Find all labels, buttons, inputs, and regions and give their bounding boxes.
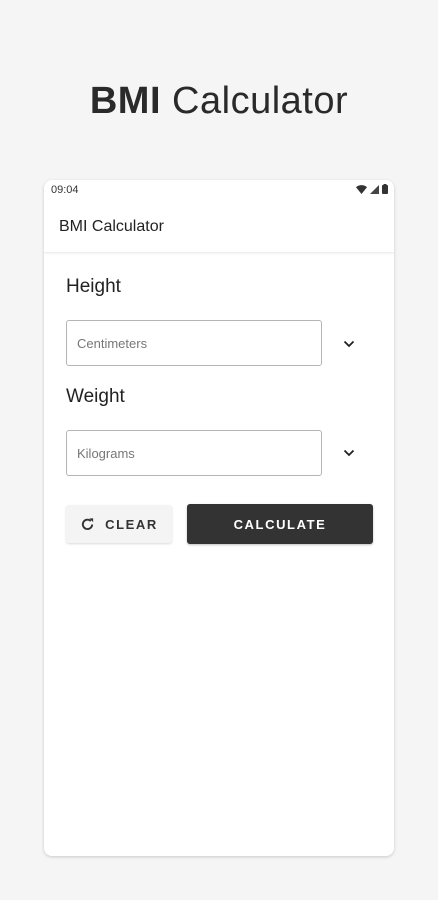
height-unit-placeholder: Centimeters	[77, 336, 148, 351]
status-time: 09:04	[51, 184, 79, 196]
promo-title: BMI Calculator	[0, 80, 438, 123]
signal-icon	[370, 184, 379, 194]
clear-button[interactable]: CLEAR	[66, 505, 172, 543]
battery-icon	[382, 184, 388, 194]
calculate-button[interactable]: CALCULATE	[187, 504, 373, 544]
wifi-icon	[356, 184, 367, 194]
height-label: Height	[66, 276, 121, 297]
chevron-down-icon[interactable]	[342, 337, 356, 351]
app-bar: BMI Calculator	[44, 200, 394, 253]
weight-unit-field[interactable]: Kilograms	[66, 430, 322, 476]
calculate-button-label: CALCULATE	[233, 516, 327, 532]
weight-label: Weight	[66, 386, 125, 407]
clear-button-label: CLEAR	[105, 516, 158, 532]
promo-title-bold: BMI	[89, 80, 161, 122]
promo-title-rest: Calculator	[161, 80, 349, 122]
app-bar-title: BMI Calculator	[59, 218, 164, 235]
status-icons	[356, 184, 388, 194]
chevron-down-icon[interactable]	[342, 446, 356, 460]
refresh-icon	[82, 517, 94, 530]
height-unit-field[interactable]: Centimeters	[66, 320, 322, 366]
phone-screen: 09:04 BMI Calculator Height Centimeters …	[44, 180, 394, 856]
status-bar: 09:04	[44, 180, 394, 200]
weight-unit-placeholder: Kilograms	[77, 446, 135, 461]
